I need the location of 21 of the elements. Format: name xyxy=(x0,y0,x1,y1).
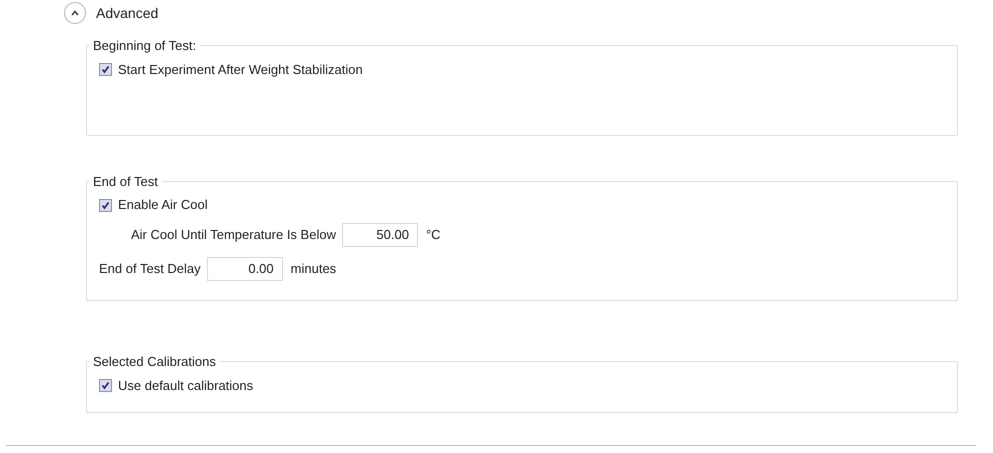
field-label: Air Cool Until Temperature Is Below xyxy=(131,226,336,244)
number-field[interactable]: 50.00 xyxy=(342,223,418,247)
checkbox-label: Use default calibrations xyxy=(118,376,254,395)
collapse-toggle-button[interactable] xyxy=(64,2,86,24)
checkbox[interactable] xyxy=(99,198,112,212)
section-title: Advanced xyxy=(96,4,158,22)
number-field[interactable]: 0.00 xyxy=(206,257,283,281)
checkmark-icon xyxy=(101,381,110,390)
chevron-icon xyxy=(70,9,80,17)
checkmark-icon xyxy=(101,200,110,210)
group-title: End of Test xyxy=(92,172,159,190)
unit-label: minutes xyxy=(290,260,336,278)
checkbox[interactable] xyxy=(99,379,112,392)
checkbox-label: Start Experiment After Weight Stabilization xyxy=(118,60,363,79)
checkmark-icon xyxy=(101,65,110,74)
checkbox[interactable] xyxy=(99,63,112,76)
field-label: End of Test Delay xyxy=(99,260,201,278)
unit-label: °C xyxy=(426,226,441,244)
group-title: Selected Calibrations xyxy=(92,353,217,371)
checkbox-label: Enable Air Cool xyxy=(118,196,208,214)
group-title: Beginning of Test: xyxy=(92,37,198,55)
